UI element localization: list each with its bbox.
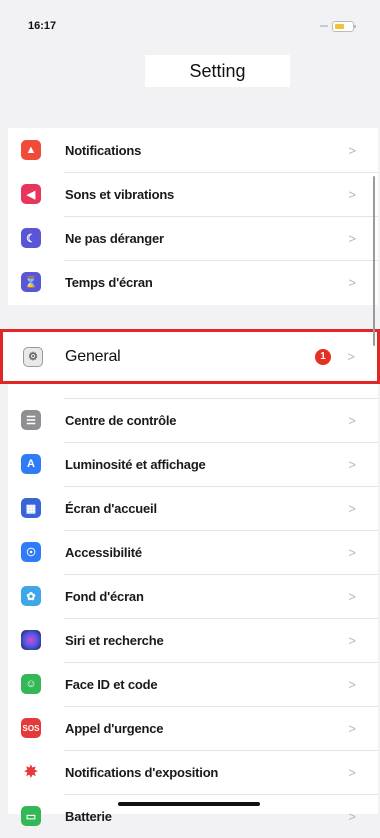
battery-icon: ▭ — [21, 806, 41, 826]
chevron-right-icon: > — [348, 676, 356, 692]
grid-icon: ▦ — [21, 498, 41, 518]
page-title: Setting — [189, 61, 246, 81]
status-time: 16:17 — [28, 20, 57, 32]
page-title-box: Setting — [145, 55, 290, 87]
settings-item-label: Luminosité et affichage — [65, 456, 206, 472]
settings-item-label: Appel d'urgence — [65, 720, 164, 736]
hourglass-icon: ⌛ — [21, 272, 41, 292]
settings-group-2: ☰ Centre de contrôle > A Luminosité et a… — [8, 338, 378, 826]
chevron-right-icon: > — [347, 349, 355, 364]
settings-group-1: ▲ Notifications > ◀ Sons et vibrations >… — [8, 128, 378, 305]
signal-icon — [320, 25, 328, 27]
general-highlight-box: ⚙ General 1 > — [0, 329, 380, 384]
chevron-right-icon: > — [348, 142, 356, 158]
settings-item-label: Écran d'accueil — [65, 500, 157, 516]
moon-icon: ☾ — [21, 228, 41, 248]
home-indicator[interactable] — [118, 802, 260, 806]
scroll-indicator[interactable] — [373, 176, 375, 346]
chevron-right-icon: > — [348, 632, 356, 648]
exposure-icon: ✸ — [21, 762, 41, 782]
settings-item-label: Siri et recherche — [65, 632, 164, 648]
settings-item-screen-time[interactable]: ⌛ Temps d'écran > — [8, 260, 378, 304]
settings-item-siri[interactable]: Siri et recherche > — [8, 618, 378, 662]
chevron-right-icon: > — [348, 274, 356, 290]
settings-item-label: Notifications d'exposition — [65, 764, 219, 780]
settings-item-face-id[interactable]: ☺ Face ID et code > — [8, 662, 378, 706]
settings-item-emergency-sos[interactable]: SOS Appel d'urgence > — [8, 706, 378, 750]
accessibility-icon: ☉ — [21, 542, 41, 562]
settings-item-notifications[interactable]: ▲ Notifications > — [8, 128, 378, 172]
settings-item-accessibility[interactable]: ☉ Accessibilité > — [8, 530, 378, 574]
settings-item-label: Fond d'écran — [65, 588, 144, 604]
settings-item-battery[interactable]: ▭ Batterie > — [8, 794, 378, 838]
settings-item-control-center[interactable]: ☰ Centre de contrôle > — [8, 398, 378, 442]
battery-status-icon — [332, 21, 356, 32]
chevron-right-icon: > — [348, 808, 356, 824]
face-id-icon: ☺ — [21, 674, 41, 694]
chevron-right-icon: > — [348, 456, 356, 472]
settings-item-display[interactable]: A Luminosité et affichage > — [8, 442, 378, 486]
settings-item-label: Temps d'écran — [65, 274, 153, 290]
text-size-icon: A — [21, 454, 41, 474]
settings-item-label: General — [65, 347, 121, 365]
sos-icon: SOS — [21, 718, 41, 738]
flower-icon: ✿ — [21, 586, 41, 606]
chevron-right-icon: > — [348, 186, 356, 202]
status-bar: 16:17 — [0, 0, 380, 40]
settings-item-label: Centre de contrôle — [65, 412, 177, 428]
settings-item-exposure-notifications[interactable]: ✸ Notifications d'exposition > — [8, 750, 378, 794]
settings-item-label: Accessibilité — [65, 544, 142, 560]
gear-icon: ⚙ — [23, 346, 43, 367]
settings-item-label: Batterie — [65, 808, 112, 824]
settings-item-home-screen[interactable]: ▦ Écran d'accueil > — [8, 486, 378, 530]
settings-item-wallpaper[interactable]: ✿ Fond d'écran > — [8, 574, 378, 618]
bell-icon: ▲ — [21, 140, 41, 160]
chevron-right-icon: > — [348, 588, 356, 604]
chevron-right-icon: > — [348, 544, 356, 560]
chevron-right-icon: > — [348, 412, 356, 428]
chevron-right-icon: > — [348, 764, 356, 780]
chevron-right-icon: > — [348, 500, 356, 516]
settings-item-label: Face ID et code — [65, 676, 158, 692]
speaker-icon: ◀ — [21, 184, 41, 204]
chevron-right-icon: > — [348, 720, 356, 736]
toggles-icon: ☰ — [21, 410, 41, 430]
chevron-right-icon: > — [348, 230, 356, 246]
settings-item-general[interactable]: ⚙ General 1 > — [3, 332, 377, 381]
settings-item-label: Notifications — [65, 142, 142, 158]
siri-icon — [21, 630, 41, 650]
settings-item-label: Sons et vibrations — [65, 186, 175, 202]
settings-item-label: Ne pas déranger — [65, 230, 164, 246]
settings-item-sounds[interactable]: ◀ Sons et vibrations > — [8, 172, 378, 216]
settings-item-do-not-disturb[interactable]: ☾ Ne pas déranger > — [8, 216, 378, 260]
notification-badge: 1 — [315, 348, 331, 365]
